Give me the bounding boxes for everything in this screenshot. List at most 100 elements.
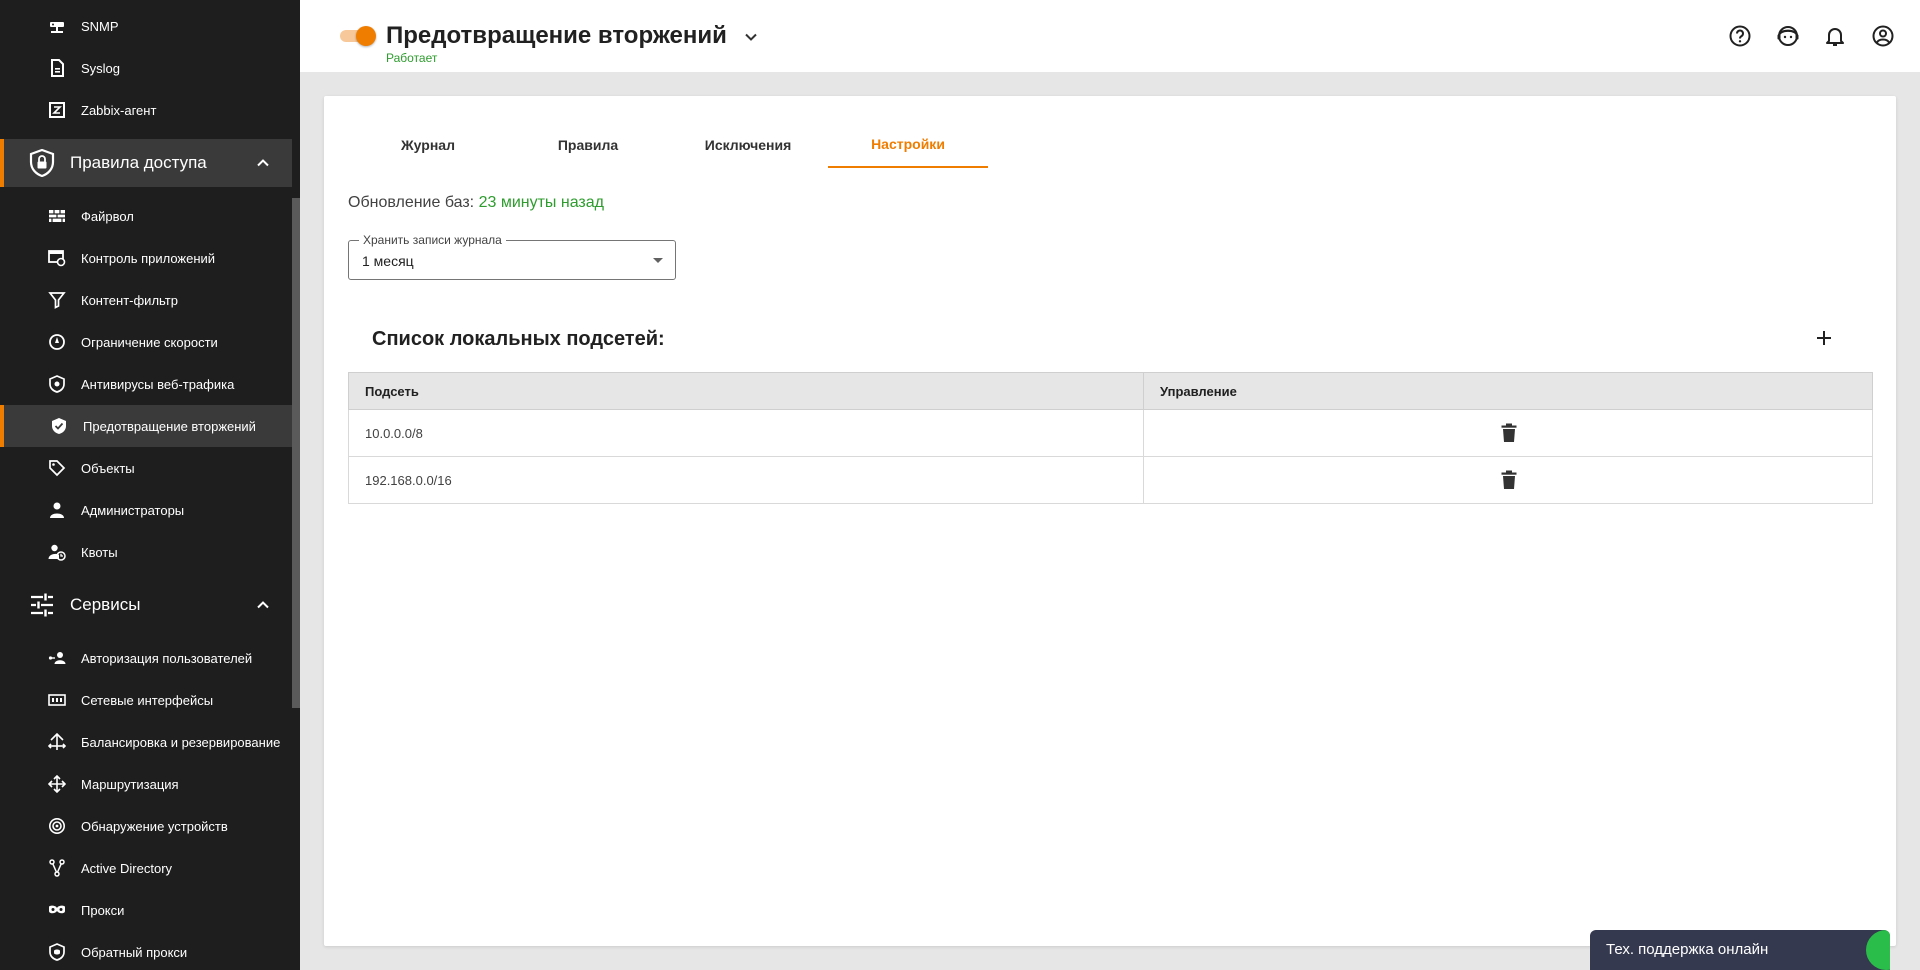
sidebar-item-label: Active Directory: [81, 860, 173, 876]
antivirus-icon: [48, 375, 66, 393]
sidebar-item-label: Маршрутизация: [81, 776, 179, 792]
sidebar-item-label: Обратный прокси: [81, 944, 188, 960]
sidebar-item-quotas[interactable]: Квоты: [0, 531, 292, 573]
db-update-label: Обновление баз:: [348, 194, 475, 211]
support-agent-icon[interactable]: [1776, 24, 1800, 48]
add-subnet-button[interactable]: [1812, 326, 1836, 350]
sidebar-section-access-rules[interactable]: Правила доступа: [0, 139, 292, 187]
routing-icon: [48, 775, 66, 793]
sidebar-item-label: Антивирусы веб-трафика: [81, 376, 235, 392]
module-enable-toggle[interactable]: [340, 26, 376, 46]
admin-icon: [48, 501, 66, 519]
quota-icon: [48, 543, 66, 561]
bell-icon[interactable]: [1823, 24, 1847, 48]
sidebar-item-speed-limit[interactable]: Ограничение скорости: [0, 321, 292, 363]
sidebar-item-proxy[interactable]: Прокси: [0, 889, 292, 931]
snmp-icon: [48, 17, 66, 35]
sidebar-item-content-filter[interactable]: Контент-фильтр: [0, 279, 292, 321]
firewall-icon: [48, 207, 66, 225]
table-row: 10.0.0.0/8: [348, 409, 1873, 457]
subnet-cell: 10.0.0.0/8: [348, 409, 1144, 457]
sidebar-item-label: Сетевые интерфейсы: [81, 692, 214, 708]
support-chat-button[interactable]: Тех. поддержка онлайн: [1590, 930, 1890, 970]
sidebar-item-label: Файрвол: [81, 208, 134, 224]
sidebar-item-label: Контроль приложений: [81, 250, 216, 266]
tab-journal[interactable]: Журнал: [348, 122, 508, 168]
sidebar-item-objects[interactable]: Объекты: [0, 447, 292, 489]
support-chat-label: Тех. поддержка онлайн: [1606, 941, 1769, 958]
sidebar-item-active-directory[interactable]: Active Directory: [0, 847, 292, 889]
tab-exceptions[interactable]: Исключения: [668, 122, 828, 168]
sidebar-item-label: Контент-фильтр: [81, 292, 178, 308]
user-auth-icon: [48, 649, 66, 667]
sidebar-item-label: Администраторы: [81, 502, 185, 518]
subnets-table: Подсеть Управление 10.0.0.0/8 192.168.0.…: [348, 372, 1873, 504]
page-title: Предотвращение вторжений: [386, 22, 727, 49]
syslog-icon: [48, 59, 66, 77]
sidebar-item-syslog[interactable]: Syslog: [0, 47, 292, 89]
sidebar-item-user-auth[interactable]: Авторизация пользователей: [0, 637, 292, 679]
account-icon[interactable]: [1871, 24, 1895, 48]
sidebar-section-label: Правила доступа: [70, 153, 207, 172]
subnet-cell: 192.168.0.0/16: [348, 456, 1144, 504]
sidebar-item-administrators[interactable]: Администраторы: [0, 489, 292, 531]
sidebar-item-device-discovery[interactable]: Обнаружение устройств: [0, 805, 292, 847]
active-directory-icon: [48, 859, 66, 877]
sidebar-section-label: Сервисы: [70, 595, 141, 614]
sidebar-item-label: Предотвращение вторжений: [83, 418, 256, 434]
dropdown-arrow-icon: [653, 258, 663, 263]
delete-icon[interactable]: [1500, 470, 1518, 490]
speed-limit-icon: [48, 333, 66, 351]
chevron-down-icon[interactable]: [740, 26, 762, 48]
chevron-up-icon: [257, 601, 269, 609]
online-indicator: [1866, 930, 1890, 970]
shield-check-icon: [50, 417, 68, 435]
sidebar-item-label: Объекты: [81, 460, 135, 476]
log-retention-select[interactable]: Хранить записи журнала 1 месяц: [348, 233, 676, 280]
sidebar-item-label: Zabbix-агент: [81, 102, 157, 118]
app-control-icon: [48, 249, 66, 267]
delete-icon[interactable]: [1500, 423, 1518, 443]
subnets-title: Список локальных подсетей:: [372, 328, 665, 350]
sidebar-section-services[interactable]: Сервисы: [0, 581, 292, 629]
sidebar-item-label: Syslog: [81, 60, 121, 76]
top-bar: Предотвращение вторжений Работает: [300, 0, 1920, 72]
log-retention-value: 1 месяц: [362, 253, 414, 269]
sidebar-item-firewall[interactable]: Файрвол: [0, 195, 292, 237]
filter-icon: [48, 291, 66, 309]
chevron-up-icon: [257, 159, 269, 167]
table-row: 192.168.0.0/16: [348, 456, 1873, 504]
balancing-icon: [48, 733, 66, 751]
sidebar-item-web-antivirus[interactable]: Антивирусы веб-трафика: [0, 363, 292, 405]
sidebar-item-balancing[interactable]: Балансировка и резервирование: [0, 721, 292, 763]
db-update-info: Обновление баз: 23 минуты назад: [348, 194, 604, 212]
sidebar-item-label: Авторизация пользователей: [81, 650, 253, 666]
discovery-icon: [48, 817, 66, 835]
status-text: Работает: [386, 51, 438, 65]
sidebar-item-zabbix[interactable]: Zabbix-агент: [0, 89, 292, 131]
sidebar-scrollbar-thumb[interactable]: [292, 198, 300, 708]
log-retention-label: Хранить записи журнала: [359, 233, 506, 247]
help-icon[interactable]: [1728, 24, 1752, 48]
actions-cell: [1143, 409, 1873, 457]
sidebar-item-label: Обнаружение устройств: [81, 818, 228, 834]
sidebar-item-label: Балансировка и резервирование: [81, 734, 281, 750]
sidebar-item-routing[interactable]: Маршрутизация: [0, 763, 292, 805]
proxy-icon: [48, 901, 66, 919]
tag-icon: [48, 459, 66, 477]
settings-card: Журнал Правила Исключения Настройки Обно…: [324, 96, 1896, 946]
sidebar-item-label: Квоты: [81, 544, 118, 560]
sliders-icon: [28, 591, 56, 619]
sidebar: SNMP Syslog Zabbix-агент Правила доступа…: [0, 0, 300, 970]
sidebar-item-intrusion-prevention[interactable]: Предотвращение вторжений: [0, 405, 292, 447]
column-header-actions: Управление: [1143, 372, 1873, 410]
sidebar-item-app-control[interactable]: Контроль приложений: [0, 237, 292, 279]
tab-settings[interactable]: Настройки: [828, 122, 988, 168]
tab-rules[interactable]: Правила: [508, 122, 668, 168]
db-update-value: 23 минуты назад: [478, 194, 604, 211]
sidebar-item-snmp[interactable]: SNMP: [0, 5, 292, 47]
zabbix-icon: [48, 101, 66, 119]
sidebar-item-reverse-proxy[interactable]: Обратный прокси: [0, 931, 292, 970]
sidebar-item-network-interfaces[interactable]: Сетевые интерфейсы: [0, 679, 292, 721]
sidebar-item-label: Прокси: [81, 902, 125, 918]
